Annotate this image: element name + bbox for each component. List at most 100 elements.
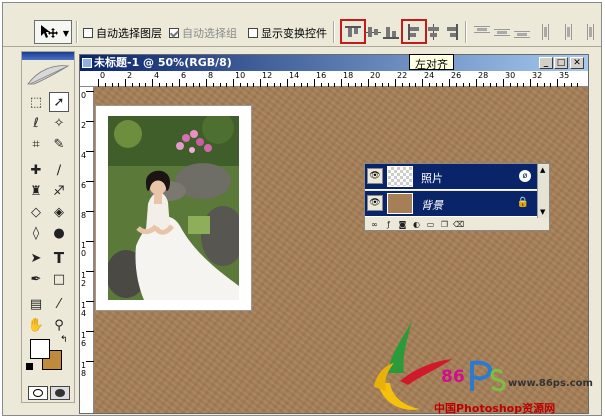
auto-select-group-label: 自动选择组 [182,27,237,40]
distribute-right-button[interactable] [579,23,597,41]
standard-mode-button[interactable] [28,386,48,400]
ruler-label: 1 2 [81,271,87,288]
move-tool-icon[interactable]: ➚ [49,92,69,112]
eyedropper-tool-icon[interactable]: ⁄ [49,294,69,314]
slice-tool-icon[interactable]: ✎ [49,134,69,154]
tool-preset-picker[interactable]: ▼ [34,20,72,44]
hand-tool-icon[interactable]: ✋ [26,315,46,335]
path-selection-tool-icon[interactable]: ➤ [26,248,46,268]
ruler-label: 14 [289,71,300,80]
ruler-label: 6 [181,71,187,80]
adjustment-layer-icon[interactable]: ◐ [411,220,422,230]
checkbox-box[interactable] [248,28,258,38]
scroll-up-icon[interactable]: ▲ [540,166,545,174]
layers-panel: 👁 照片 ø 👁 背景 🔒 ▲ ▼ ∞ ƒ ◙ ◐ ▭ ❐ ⌫ [364,163,550,231]
scroll-down-icon[interactable]: ▼ [540,208,545,216]
marquee-tool-icon[interactable]: ⬚ [26,92,46,112]
ruler-label: 26 [451,71,462,80]
healing-brush-tool-icon[interactable]: ✚ [26,160,46,180]
layer-mask-icon[interactable]: ◙ [397,220,408,230]
eye-icon[interactable]: 👁 [367,168,383,184]
ruler-tick [179,79,180,87]
ruler-tick [125,79,126,87]
pen-tool-icon[interactable]: ✒ [26,269,46,289]
ruler-label: 8 [208,71,214,80]
new-group-icon[interactable]: ▭ [425,220,436,230]
ruler-label: 35 [559,71,570,80]
distribute-top-button[interactable] [473,23,491,41]
zoom-tool-icon[interactable]: ⚲ [49,315,69,335]
move-tool-icon [41,25,58,38]
notes-tool-icon[interactable]: ▤ [26,294,46,314]
eye-icon[interactable]: 👁 [367,195,383,211]
ruler-label: 0 [81,91,87,100]
auto-select-layer-checkbox[interactable]: 自动选择图层 [83,25,162,41]
foreground-color-swatch[interactable] [30,339,50,359]
swap-colors-icon[interactable]: ↰ [60,335,68,345]
watermark-logo: 86 www.86ps.com 中国Photoshop资源网 [368,313,601,415]
ruler-label: 0 [100,71,106,80]
new-layer-icon[interactable]: ❐ [439,220,450,230]
layer-row-background[interactable]: 👁 背景 🔒 [365,191,539,217]
ruler-label: 10 [235,71,246,80]
ruler-label: 20 [370,71,381,80]
ruler-label: 2 [127,71,133,80]
distribute-bottom-button[interactable] [513,23,531,41]
photoshop-doc-icon [82,58,92,68]
ruler-label: 8 [81,211,87,220]
ruler-label: 18 [343,71,354,80]
ruler-tick [287,79,288,87]
lasso-tool-icon[interactable]: ℓ [26,113,46,133]
ruler-tick [503,79,504,87]
dodge-tool-icon[interactable]: ● [49,223,69,243]
align-right-edges-button[interactable] [443,23,461,41]
distribute-vertical-centers-button[interactable] [493,23,511,41]
brush-tool-icon[interactable]: ∕ [49,160,69,180]
default-colors-icon[interactable] [26,363,33,370]
ruler-tick [530,79,531,87]
magic-wand-tool-icon[interactable]: ✧ [49,113,69,133]
ruler-label: 32 [532,71,543,80]
paint-bucket-tool-icon[interactable]: ◈ [49,202,69,222]
type-tool-icon[interactable]: T [49,248,69,268]
history-brush-tool-icon[interactable]: ♐ [49,181,69,201]
rectangle-tool-icon[interactable]: □ [49,269,69,289]
layers-scrollbar[interactable]: ▲ ▼ [537,164,549,218]
toolbox-title-bar[interactable] [22,52,74,60]
show-transform-controls-checkbox[interactable]: 显示变换控件 [248,25,327,41]
distribute-left-button[interactable] [539,23,557,41]
layer-style-icon[interactable]: ƒ [383,220,394,230]
photo-layer[interactable] [95,105,252,311]
link-icon[interactable]: ∞ [369,220,380,230]
delete-layer-icon[interactable]: ⌫ [453,220,464,230]
horizontal-ruler[interactable]: 0 2 4 6 8 10 12 14 16 18 20 22 24 26 28 30 32 35 [80,71,588,87]
eraser-tool-icon[interactable]: ◇ [26,202,46,222]
quick-mask-button[interactable] [50,386,70,400]
vertical-ruler[interactable]: 0 2 4 6 8 1 0 1 2 1 4 1 6 1 8 [80,87,94,413]
auto-select-group-checkbox[interactable]: 自动选择组 [169,25,237,41]
checkbox-box[interactable] [83,28,93,38]
color-swatches[interactable]: ↰ [26,335,72,375]
align-horizontal-centers-button[interactable] [425,23,443,41]
show-transform-controls-label: 显示变换控件 [261,27,327,40]
layer-row-photo[interactable]: 👁 照片 ø [365,164,539,190]
checkbox-box[interactable] [169,28,179,38]
ruler-label: 4 [81,151,87,160]
ruler-label: 1 8 [81,361,87,378]
clone-stamp-tool-icon[interactable]: ♜ [26,181,46,201]
ruler-tick [341,79,342,87]
options-bar: ▼ 自动选择图层 自动选择组 显示变换控件 [3,3,601,47]
layers-footer: ∞ ƒ ◙ ◐ ▭ ❐ ⌫ [365,218,551,232]
minimize-button[interactable]: _ [539,57,553,69]
distribute-horizontal-centers-button[interactable] [559,23,577,41]
ruler-label: 24 [424,71,435,80]
feather-icon [27,65,70,85]
crop-tool-icon[interactable]: ⌗ [26,134,46,154]
align-bottom-edges-button[interactable] [382,23,400,41]
watermark-url: www.86ps.com [508,378,593,389]
align-vertical-centers-button[interactable] [364,23,382,41]
document-title-bar[interactable]: 未标题-1 @ 50%(RGB/8) [80,55,588,71]
blur-tool-icon[interactable]: ◊ [26,223,46,243]
maximize-button[interactable]: □ [554,57,568,69]
close-button[interactable]: ✕ [570,57,584,69]
